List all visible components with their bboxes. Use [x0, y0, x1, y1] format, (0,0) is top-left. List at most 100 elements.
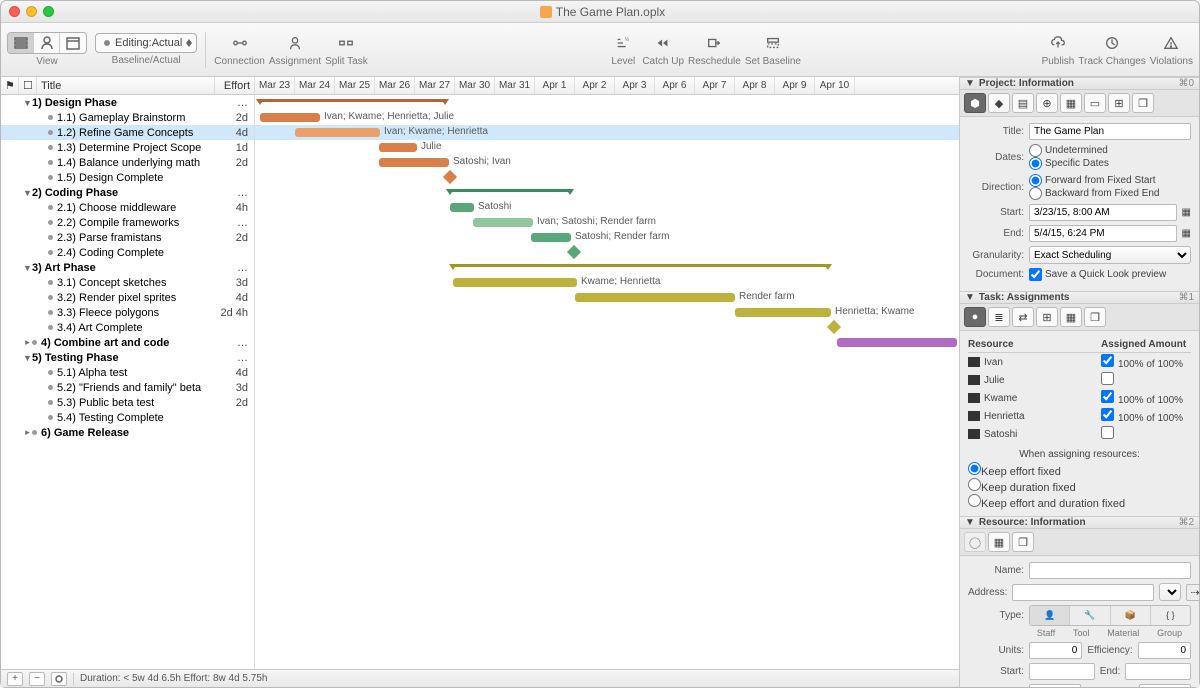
- publish-button[interactable]: [1043, 32, 1073, 54]
- task-row[interactable]: 2.1) Choose middleware4h: [1, 200, 254, 215]
- title-column[interactable]: Title: [37, 77, 215, 94]
- assignment-button[interactable]: [280, 32, 310, 54]
- gantt-row[interactable]: [255, 305, 959, 320]
- task-bar[interactable]: [531, 233, 571, 242]
- resource-row[interactable]: Kwame100% of 100%: [968, 389, 1191, 407]
- level-button[interactable]: ½: [608, 32, 638, 54]
- minimize-icon[interactable]: [26, 6, 37, 17]
- gantt-row[interactable]: [255, 110, 959, 125]
- view-segment[interactable]: [7, 32, 87, 54]
- gantt-row[interactable]: [255, 185, 959, 200]
- reschedule-button[interactable]: [699, 32, 729, 54]
- gantt-row[interactable]: [255, 335, 959, 350]
- end-date-input[interactable]: [1029, 225, 1177, 242]
- task-row[interactable]: 3.1) Concept sketches3d: [1, 275, 254, 290]
- end-pct-input[interactable]: [1125, 663, 1191, 680]
- catchup-button[interactable]: [648, 32, 678, 54]
- type-group-button[interactable]: { }: [1150, 606, 1190, 625]
- keep-both-radio[interactable]: [968, 494, 981, 507]
- resource-row[interactable]: Ivan100% of 100%: [968, 353, 1191, 371]
- start-date-input[interactable]: [1029, 204, 1177, 221]
- task-row[interactable]: 2.4) Coding Complete: [1, 245, 254, 260]
- summary-bar[interactable]: [260, 99, 445, 105]
- project-info-header[interactable]: ▼ Project: Information⌘0: [960, 77, 1199, 90]
- assign-tab2-icon[interactable]: ≣: [988, 307, 1010, 327]
- res-tab3-icon[interactable]: ❐: [1012, 532, 1034, 552]
- gantt-row[interactable]: [255, 215, 959, 230]
- task-row[interactable]: 3.4) Art Complete: [1, 320, 254, 335]
- task-row[interactable]: 2.2) Compile frameworks…: [1, 215, 254, 230]
- efficiency-input[interactable]: [1138, 642, 1191, 659]
- gantt-row[interactable]: [255, 260, 959, 275]
- set-baseline-button[interactable]: [758, 32, 788, 54]
- gantt-row[interactable]: [255, 125, 959, 140]
- addr-picker[interactable]: [1159, 583, 1181, 601]
- insp-tab-hex-icon[interactable]: ⬢: [964, 93, 986, 113]
- assign-tab5-icon[interactable]: ▦: [1060, 307, 1082, 327]
- disclosure-icon[interactable]: ▼: [23, 98, 32, 108]
- task-row[interactable]: 3.2) Render pixel sprites4d: [1, 290, 254, 305]
- insp-tab-milestone-icon[interactable]: ◆: [988, 93, 1010, 113]
- add-button[interactable]: +: [7, 672, 23, 686]
- disclosure-icon[interactable]: ▼: [23, 353, 32, 363]
- zoom-icon[interactable]: [43, 6, 54, 17]
- gantt-row[interactable]: [255, 290, 959, 305]
- task-bar[interactable]: [379, 143, 417, 152]
- view-resource-icon[interactable]: [34, 33, 60, 53]
- granularity-select[interactable]: Exact Scheduling: [1029, 246, 1191, 264]
- task-row[interactable]: 3.3) Fleece polygons2d 4h: [1, 305, 254, 320]
- task-bar[interactable]: [260, 113, 320, 122]
- assign-tab1-icon[interactable]: ●: [964, 307, 986, 327]
- violations-button[interactable]: [1156, 32, 1186, 54]
- summary-bar[interactable]: [453, 264, 828, 270]
- calendar-icon[interactable]: ▦: [1182, 207, 1191, 218]
- costhr-input[interactable]: [1139, 684, 1191, 687]
- assign-checkbox[interactable]: [1101, 390, 1114, 403]
- calendar-icon[interactable]: ▦: [1182, 228, 1191, 239]
- task-row[interactable]: 5.3) Public beta test2d: [1, 395, 254, 410]
- split-task-button[interactable]: [331, 32, 361, 54]
- insp-tab-grid-icon[interactable]: ⊞: [1108, 93, 1130, 113]
- task-bar[interactable]: [450, 203, 474, 212]
- gantt-row[interactable]: [255, 230, 959, 245]
- start-pct-input[interactable]: [1029, 663, 1095, 680]
- task-row[interactable]: ▼1) Design Phase…: [1, 95, 254, 110]
- close-icon[interactable]: [9, 6, 20, 17]
- type-tool-button[interactable]: 🔧: [1069, 606, 1109, 625]
- direction-backward-radio[interactable]: [1029, 187, 1042, 200]
- assign-tab3-icon[interactable]: ⇄: [1012, 307, 1034, 327]
- task-row[interactable]: 1.5) Design Complete: [1, 170, 254, 185]
- insp-tab-bars-icon[interactable]: ▤: [1012, 93, 1034, 113]
- res-tab2-icon[interactable]: ▦: [988, 532, 1010, 552]
- task-row[interactable]: ▸6) Game Release: [1, 425, 254, 440]
- res-name-input[interactable]: [1029, 562, 1191, 579]
- remove-button[interactable]: −: [29, 672, 45, 686]
- gantt-row[interactable]: [255, 275, 959, 290]
- gantt-row[interactable]: [255, 140, 959, 155]
- assign-tab6-icon[interactable]: ❐: [1084, 307, 1106, 327]
- task-row[interactable]: 5.4) Testing Complete: [1, 410, 254, 425]
- gantt-row[interactable]: [255, 155, 959, 170]
- task-bar[interactable]: [473, 218, 533, 227]
- gantt-row[interactable]: [255, 350, 959, 365]
- gantt-row[interactable]: [255, 425, 959, 440]
- gantt-row[interactable]: [255, 95, 959, 110]
- task-row[interactable]: 5.2) "Friends and family" beta3d: [1, 380, 254, 395]
- task-row[interactable]: 1.2) Refine Game Concepts4d: [1, 125, 254, 140]
- gantt-row[interactable]: [255, 410, 959, 425]
- gantt-row[interactable]: [255, 395, 959, 410]
- milestone-icon[interactable]: [827, 320, 841, 334]
- quicklook-checkbox[interactable]: [1029, 268, 1042, 281]
- effort-column[interactable]: Effort: [215, 77, 255, 94]
- assign-checkbox[interactable]: [1101, 354, 1114, 367]
- type-material-button[interactable]: 📦: [1110, 606, 1150, 625]
- task-assignments-header[interactable]: ▼ Task: Assignments⌘1: [960, 291, 1199, 304]
- costuse-input[interactable]: [1029, 684, 1081, 687]
- disclosure-icon[interactable]: ▼: [23, 263, 32, 273]
- disclosure-icon[interactable]: ▼: [23, 188, 32, 198]
- milestone-icon[interactable]: [443, 170, 457, 184]
- milestone-icon[interactable]: [567, 245, 581, 259]
- assign-checkbox[interactable]: [1101, 408, 1114, 421]
- keep-effort-radio[interactable]: [968, 462, 981, 475]
- resource-row[interactable]: Satoshi: [968, 425, 1191, 443]
